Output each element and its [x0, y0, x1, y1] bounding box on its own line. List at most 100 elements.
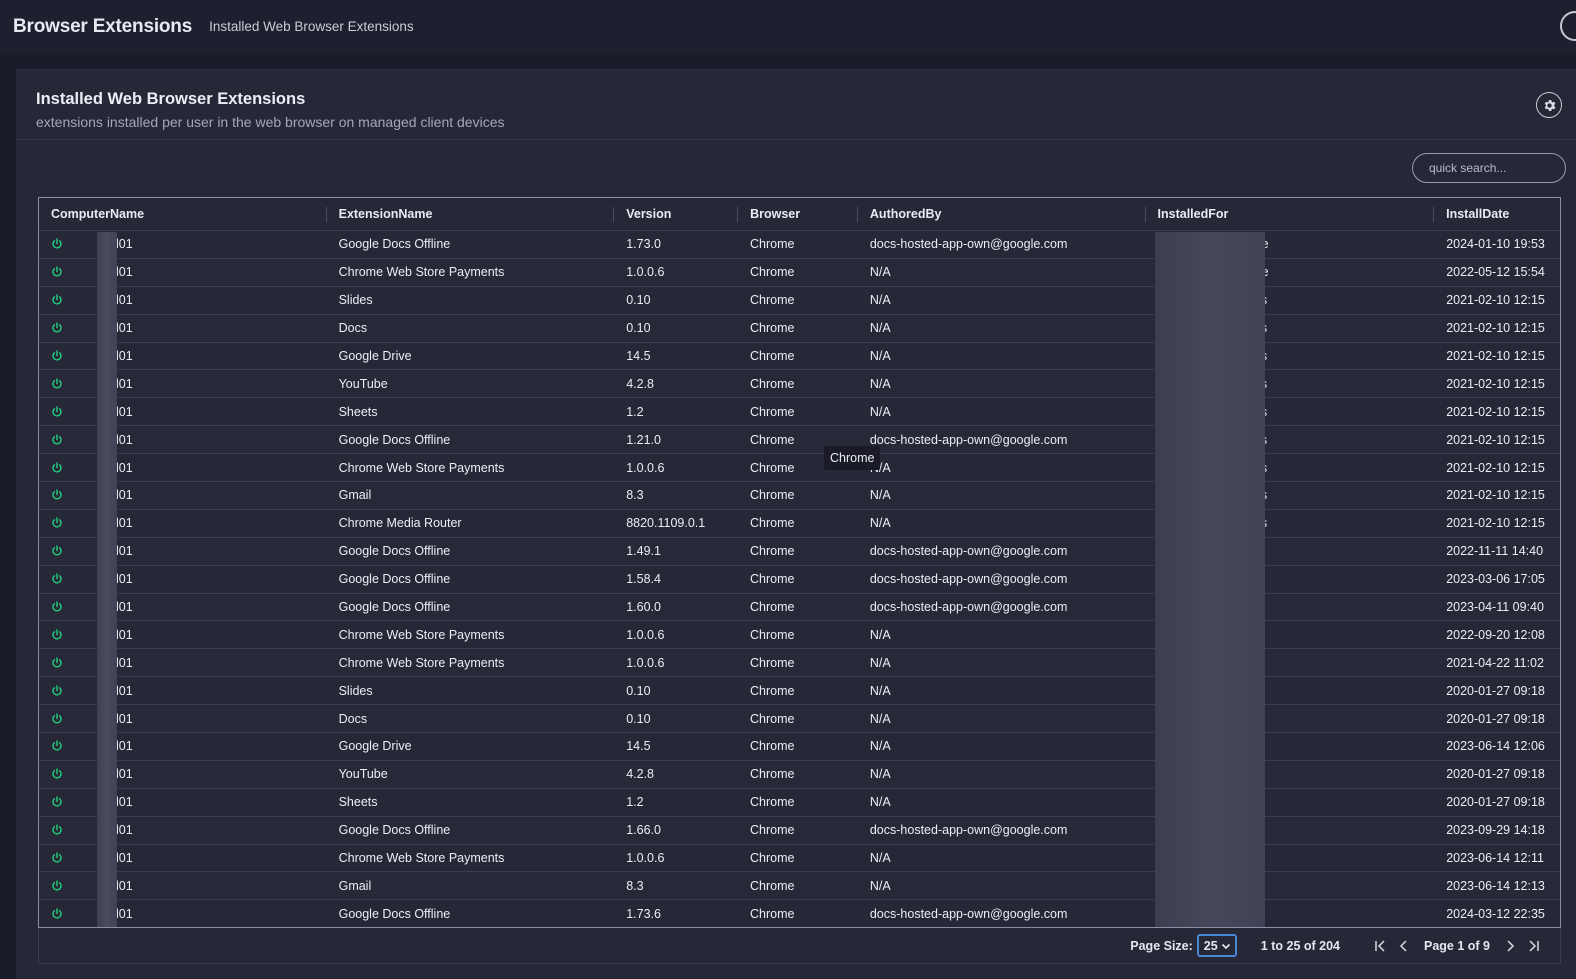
table-row[interactable]: l01 Chrome Web Store Payments 1.0.0.6 Chrom…: [39, 258, 1560, 287]
table-row[interactable]: l01 Google Docs Offline 1.21.0 Chrome docs-h…: [39, 426, 1560, 455]
cell-version: 1.60.0: [626, 600, 661, 615]
user-icon[interactable]: [1560, 11, 1576, 41]
page-size-select[interactable]: 25: [1196, 934, 1237, 957]
cell-browser: Chrome: [750, 795, 795, 810]
power-icon: [52, 768, 62, 779]
cell-authoredby: N/A: [869, 488, 891, 503]
cell-extensionname: Google Docs Offline: [338, 600, 451, 615]
power-icon: [52, 684, 62, 696]
power-icon: [52, 266, 62, 277]
table-row[interactable]: l01 Google Docs Offline 1.60.0 Chrome docs-h…: [39, 593, 1560, 622]
table-row[interactable]: l01YouTube4.2.8ChromeN/Ants2021-02-10 12…: [39, 370, 1560, 399]
table-row[interactable]: l01 Chrome Web Store Payments 1.0.0.6 Chrom…: [39, 844, 1560, 873]
cell-browser: Chrome: [750, 851, 795, 866]
table-row[interactable]: l01Sheets1.2ChromeN/Ants2021-02-10 12:15: [39, 398, 1560, 427]
cell-extensionname: Google Docs Offline: [338, 544, 451, 559]
column-header-installedfor[interactable]: InstalledFor: [1146, 198, 1435, 230]
cell-extensionname: Gmail: [338, 488, 372, 503]
table-row[interactable]: l01 Google Docs Offline 1.73.6 Chrome docs-h…: [39, 900, 1560, 927]
table-row[interactable]: l01 Chrome Web Store Payments 1.0.0.6 Chrom…: [39, 621, 1560, 650]
cell-version: 1.58.4: [626, 572, 661, 587]
cell-extensionname: Slides: [338, 683, 373, 698]
power-icon: [52, 433, 62, 445]
cell-authoredby: N/A: [869, 767, 891, 782]
table-row[interactable]: l01Gmail8.3ChromeN/An2023-06-14 12:13: [39, 872, 1560, 901]
cell-authoredby: N/A: [869, 878, 891, 893]
cell-computername: l01: [39, 566, 327, 593]
cell-installdate: 2021-02-10 12:15: [1446, 349, 1545, 363]
panel-title: Installed Web Browser Extensions: [36, 90, 306, 108]
cell-version: 1.2: [626, 404, 644, 419]
table-row[interactable]: l01Docs0.10ChromeN/An2020-01-27 09:18: [39, 705, 1560, 734]
cell-extensionname: Chrome Web Store Payments: [338, 265, 505, 280]
column-header-browser[interactable]: Browser: [738, 198, 858, 230]
table-row[interactable]: l01 Chrome Web Store Payments 1.0.0.6 Chrom…: [39, 649, 1560, 678]
cell-computername: l01: [39, 343, 327, 370]
last-page-icon[interactable]: [1527, 939, 1541, 953]
cell-version: 1.0.0.6: [626, 655, 665, 670]
cell-installdate: 2020-01-27 09:18: [1446, 683, 1545, 698]
column-header-version[interactable]: Version: [614, 198, 738, 230]
pagination-bar: Page Size: 25 1 to 25 of 204 Page 1 of 9: [38, 928, 1561, 964]
table-row[interactable]: l01 Google Docs Offline 1.58.4 Chrome docs-h…: [39, 565, 1560, 594]
table-row[interactable]: l01Gmail8.3ChromeN/Ants2021-02-10 12:15: [39, 482, 1560, 510]
cell-version: 1.0.0.6: [626, 460, 665, 475]
extensions-panel: Installed Web Browser Extensions extensi…: [16, 69, 1576, 979]
table-row[interactable]: l01YouTube4.2.8ChromeN/An2020-01-27 09:1…: [39, 760, 1560, 789]
cell-extensionname: Chrome Web Store Payments: [338, 851, 505, 866]
cell-extensionname: Chrome Web Store Payments: [338, 460, 505, 475]
cell-browser: Chrome: [750, 878, 795, 893]
table-row[interactable]: l01Sheets1.2ChromeN/An2020-01-27 09:18: [39, 788, 1560, 817]
cell-extensionname: Google Drive: [338, 739, 412, 754]
computer-name-text: l01: [116, 488, 133, 503]
computer-name-text: l01: [116, 265, 133, 280]
previous-page-icon[interactable]: [1397, 939, 1411, 953]
search-input[interactable]: [1412, 153, 1566, 183]
extensions-table: ComputerName ExtensionName Version Brows…: [38, 197, 1561, 928]
cell-extensionname: Chrome Web Store Payments: [338, 655, 505, 670]
chevron-down-icon: [1221, 943, 1230, 949]
cell-extensionname: Google Docs Offline: [338, 237, 451, 252]
table-row[interactable]: l01Slides0.10ChromeN/Ants2021-02-10 12:1…: [39, 286, 1560, 315]
cell-extensionname: Google Docs Offline: [338, 432, 451, 447]
table-row[interactable]: l01Google Drive14.5ChromeN/An2023-06-14 …: [39, 733, 1560, 761]
cell-computername: l01: [39, 817, 327, 844]
cell-authoredby: N/A: [869, 655, 891, 670]
table-row[interactable]: l01 Google Docs Offline 1.66.0 Chrome docs-h…: [39, 816, 1560, 845]
cell-extensionname: Google Docs Offline: [338, 823, 451, 838]
cell-computername: l01: [39, 733, 327, 760]
table-row[interactable]: l01 Google Docs Offline 1.73.0 Chrome docs-h…: [39, 231, 1560, 259]
computer-name-text: l01: [116, 655, 133, 670]
table-row[interactable]: l01Google Drive14.5ChromeN/Ants2021-02-1…: [39, 342, 1560, 371]
table-row[interactable]: l01 Chrome Web Store Payments 1.0.0.6 Chrom…: [39, 454, 1560, 483]
settings-button[interactable]: [1536, 92, 1562, 118]
cell-version: 1.2: [626, 795, 644, 810]
cell-installdate: 2021-02-10 12:15: [1446, 460, 1545, 475]
table-row[interactable]: l01Slides0.10ChromeN/An2020-01-27 09:18: [39, 677, 1560, 706]
cell-computername: l01: [39, 594, 327, 621]
cell-version: 14.5: [626, 349, 651, 363]
table-row[interactable]: l01 Chrome Media Router 8820.1109.0.1 Chrom…: [39, 509, 1560, 538]
cell-installdate: 2021-02-10 12:15: [1446, 293, 1545, 308]
cell-browser: Chrome: [750, 572, 795, 587]
table-row[interactable]: l01Docs0.10ChromeN/Ants2021-02-10 12:15: [39, 314, 1560, 343]
next-page-icon[interactable]: [1503, 939, 1517, 953]
table-row[interactable]: l01 Google Docs Offline 1.49.1 Chrome docs-h…: [39, 537, 1560, 566]
cell-computername: l01: [39, 677, 327, 704]
cell-extensionname: Sheets: [338, 404, 378, 419]
cell-version: 8820.1109.0.1: [626, 516, 706, 531]
cell-computername: l01: [39, 454, 327, 481]
row-range-text: 1 to 25 of 204: [1260, 938, 1340, 953]
cell-installdate: 2021-02-10 12:15: [1446, 488, 1545, 503]
cell-version: 8.3: [626, 878, 644, 893]
power-icon: [52, 601, 62, 612]
cell-authoredby: N/A: [869, 265, 891, 280]
cell-computername: l01: [39, 398, 327, 425]
power-icon: [52, 908, 62, 919]
column-header-installdate[interactable]: InstallDate: [1434, 198, 1560, 230]
column-header-computername[interactable]: ComputerName: [39, 198, 327, 230]
column-header-extensionname[interactable]: ExtensionName: [327, 198, 615, 230]
first-page-icon[interactable]: [1373, 939, 1387, 953]
column-header-authoredby[interactable]: AuthoredBy: [858, 198, 1146, 230]
cell-computername: l01: [39, 287, 327, 314]
